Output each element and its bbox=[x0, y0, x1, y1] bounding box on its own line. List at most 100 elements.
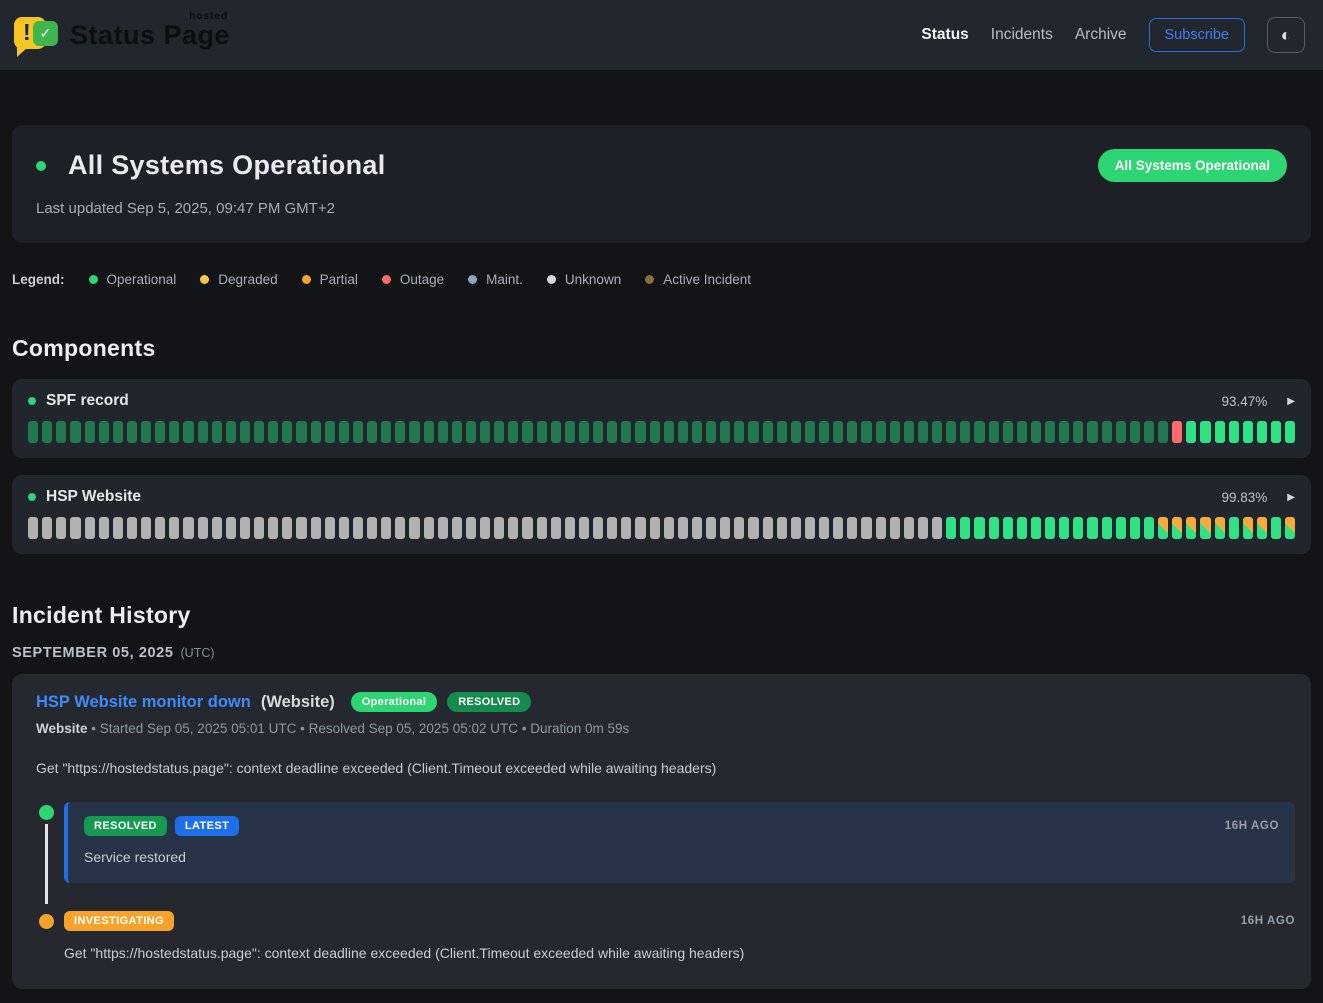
uptime-bar-muted-green bbox=[777, 421, 787, 443]
legend-item-label: Unknown bbox=[565, 272, 621, 287]
status-page-logo-icon: ! ✓ bbox=[12, 12, 60, 58]
uptime-bar-no-data bbox=[918, 517, 928, 539]
incident-meta-component: Website bbox=[36, 721, 88, 736]
uptime-bar-partial bbox=[1257, 517, 1267, 539]
uptime-bar-no-data bbox=[127, 517, 137, 539]
uptime-bar-muted-green bbox=[579, 421, 589, 443]
uptime-bar-muted-green bbox=[833, 421, 843, 443]
legend-dot-icon bbox=[645, 275, 654, 284]
legend-item-label: Degraded bbox=[218, 272, 277, 287]
uptime-bar-muted-green bbox=[212, 421, 222, 443]
uptime-bar-muted-green bbox=[424, 421, 434, 443]
uptime-bar-no-data bbox=[932, 517, 942, 539]
uptime-bar-no-data bbox=[692, 517, 702, 539]
uptime-bar-no-data bbox=[480, 517, 490, 539]
component-status-dot bbox=[28, 493, 36, 501]
exclamation-icon: ! bbox=[23, 19, 31, 46]
uptime-bar-operational bbox=[1087, 517, 1097, 539]
legend-dot-icon bbox=[547, 275, 556, 284]
timeline-time-ago: 16H AGO bbox=[1225, 820, 1279, 832]
uptime-bar-muted-green bbox=[381, 421, 391, 443]
uptime-bar-muted-green bbox=[1059, 421, 1069, 443]
uptime-bar-operational bbox=[1003, 517, 1013, 539]
uptime-bar-no-data bbox=[254, 517, 264, 539]
uptime-bar-no-data bbox=[424, 517, 434, 539]
uptime-bar-no-data bbox=[141, 517, 151, 539]
uptime-bar-no-data bbox=[494, 517, 504, 539]
incident-meta-detail: • Started Sep 05, 2025 05:01 UTC • Resol… bbox=[88, 721, 630, 736]
uptime-bar-muted-green bbox=[1087, 421, 1097, 443]
uptime-bar-no-data bbox=[720, 517, 730, 539]
timeline-entry-header: RESOLVEDLATEST16H AGO bbox=[84, 816, 1279, 836]
incident-timeline: RESOLVEDLATEST16H AGOService restored INV… bbox=[36, 802, 1295, 961]
legend-item-unknown: Unknown bbox=[547, 272, 621, 287]
uptime-bar-muted-green bbox=[339, 421, 349, 443]
uptime-bar-muted-green bbox=[791, 421, 801, 443]
legend-item-label: Partial bbox=[320, 272, 358, 287]
timeline-entry-header: INVESTIGATING16H AGO bbox=[64, 911, 1295, 931]
nav-link-status[interactable]: Status bbox=[921, 26, 968, 44]
uptime-bar-muted-green bbox=[565, 421, 575, 443]
uptime-bar-no-data bbox=[56, 517, 66, 539]
subscribe-button[interactable]: Subscribe bbox=[1149, 18, 1245, 52]
component-card-spf-record: SPF record93.47%▶ bbox=[12, 379, 1311, 458]
uptime-bar-no-data bbox=[28, 517, 38, 539]
uptime-bar-no-data bbox=[240, 517, 250, 539]
uptime-bar-muted-green bbox=[1045, 421, 1055, 443]
nav-link-incidents[interactable]: Incidents bbox=[991, 26, 1053, 44]
uptime-bar-no-data bbox=[226, 517, 236, 539]
legend-dot-icon bbox=[468, 275, 477, 284]
uptime-bar-no-data bbox=[85, 517, 95, 539]
uptime-bar-operational bbox=[1102, 517, 1112, 539]
uptime-bar-operational bbox=[1215, 421, 1225, 443]
uptime-bar-operational bbox=[1257, 421, 1267, 443]
uptime-bar-no-data bbox=[282, 517, 292, 539]
uptime-bar-no-data bbox=[748, 517, 758, 539]
incident-title-link[interactable]: HSP Website monitor down bbox=[36, 693, 251, 712]
uptime-bar-muted-green bbox=[367, 421, 377, 443]
uptime-bar-muted-green bbox=[861, 421, 871, 443]
incident-date: SEPTEMBER 05, 2025 bbox=[12, 645, 174, 661]
uptime-bar-muted-green bbox=[240, 421, 250, 443]
uptime-bar-no-data bbox=[763, 517, 773, 539]
expand-arrow-icon[interactable]: ▶ bbox=[1287, 396, 1295, 407]
uptime-bar-partial bbox=[1215, 517, 1225, 539]
uptime-bar-muted-green bbox=[904, 421, 914, 443]
contrast-icon: ◐ bbox=[1281, 26, 1292, 44]
timeline-entry-0: RESOLVEDLATEST16H AGOService restored bbox=[36, 802, 1295, 883]
uptime-bar-muted-green bbox=[169, 421, 179, 443]
uptime-bar-operational bbox=[1229, 517, 1239, 539]
uptime-bar-muted-green bbox=[1144, 421, 1154, 443]
uptime-bar-operational bbox=[946, 517, 956, 539]
incident-description: Get "https://hostedstatus.page": context… bbox=[36, 760, 1295, 776]
expand-arrow-icon[interactable]: ▶ bbox=[1287, 492, 1295, 503]
uptime-bar-operational bbox=[1243, 421, 1253, 443]
uptime-bar-muted-green bbox=[593, 421, 603, 443]
component-card-hsp-website: HSP Website99.83%▶ bbox=[12, 475, 1311, 554]
component-header: HSP Website99.83%▶ bbox=[28, 488, 1295, 506]
uptime-bar-muted-green bbox=[409, 421, 419, 443]
legend-item-label: Maint. bbox=[486, 272, 523, 287]
uptime-bar-muted-green bbox=[268, 421, 278, 443]
uptime-bar-operational bbox=[1073, 517, 1083, 539]
legend-item-operational: Operational bbox=[89, 272, 177, 287]
uptime-bar-operational bbox=[1130, 517, 1140, 539]
uptime-bar-no-data bbox=[833, 517, 843, 539]
uptime-bar-muted-green bbox=[99, 421, 109, 443]
uptime-bar-muted-green bbox=[113, 421, 123, 443]
uptime-bar-no-data bbox=[664, 517, 674, 539]
uptime-bar-muted-green bbox=[763, 421, 773, 443]
uptime-bar-muted-green bbox=[70, 421, 80, 443]
uptime-bar-muted-green bbox=[537, 421, 547, 443]
uptime-bar-no-data bbox=[635, 517, 645, 539]
nav-link-archive[interactable]: Archive bbox=[1075, 26, 1127, 44]
uptime-percentage: 93.47% bbox=[1222, 394, 1268, 409]
brand[interactable]: ! ✓ Status Page hosted bbox=[12, 12, 230, 58]
uptime-bar-no-data bbox=[650, 517, 660, 539]
uptime-bar-operational bbox=[1285, 421, 1295, 443]
timeline-message: Get "https://hostedstatus.page": context… bbox=[64, 945, 1295, 961]
uptime-bar-muted-green bbox=[1031, 421, 1041, 443]
uptime-bar-no-data bbox=[537, 517, 547, 539]
uptime-bar-no-data bbox=[169, 517, 179, 539]
theme-toggle-button[interactable]: ◐ bbox=[1267, 17, 1305, 53]
